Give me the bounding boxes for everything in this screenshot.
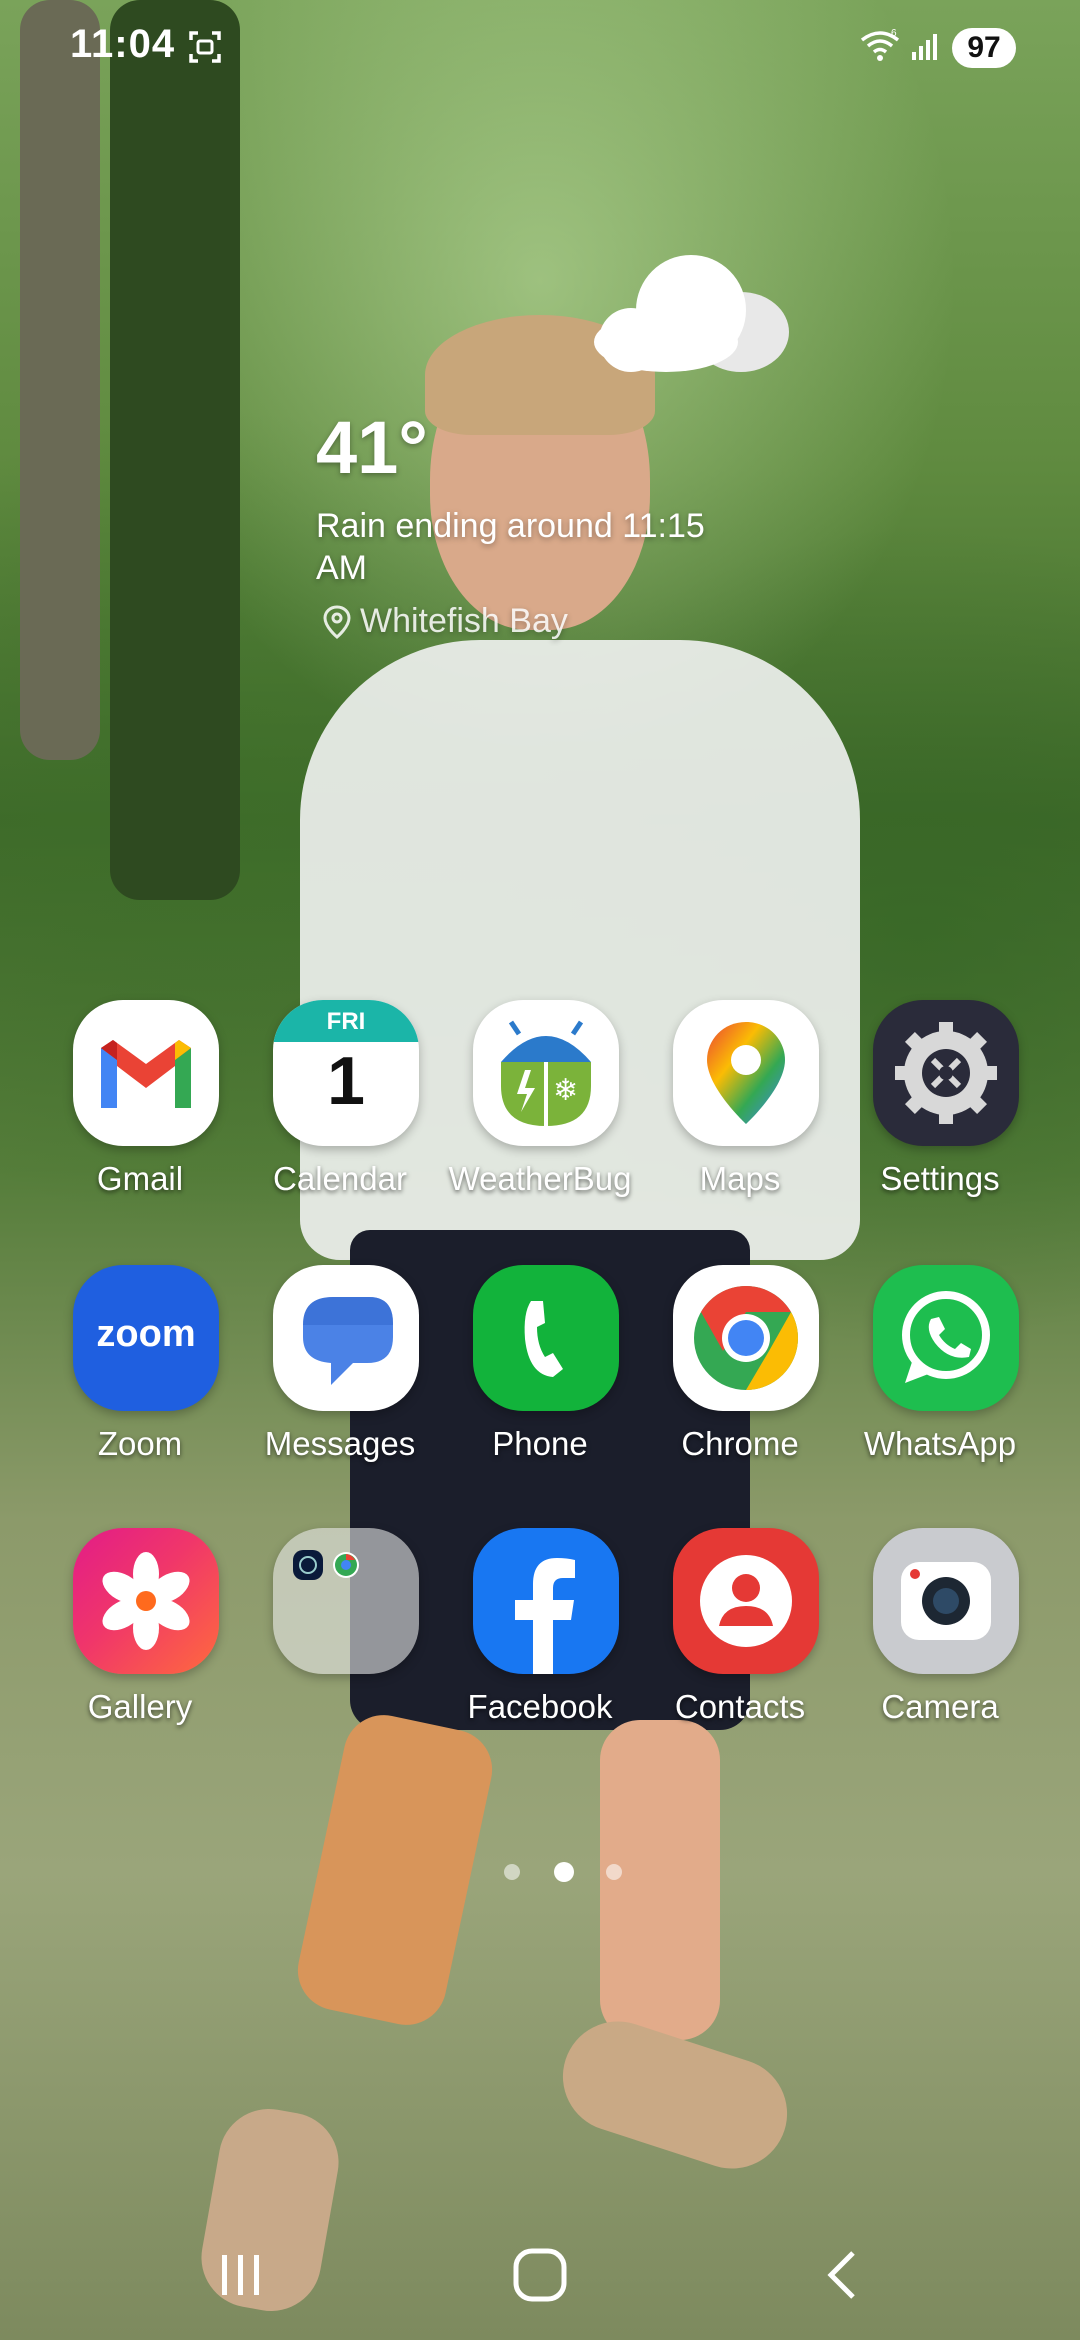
app-label: Phone [492, 1425, 588, 1462]
app-camera[interactable]: Camera [840, 1528, 1040, 1758]
battery-indicator: 97 [952, 28, 1016, 68]
app-label: Maps [699, 1160, 781, 1197]
calendar-day-number: 1 [327, 1043, 365, 1119]
settings-icon [873, 1000, 1019, 1146]
app-label: Settings [880, 1160, 1000, 1197]
page-dot[interactable] [504, 1864, 520, 1880]
svg-text:6: 6 [891, 28, 897, 39]
recents-icon [222, 2255, 259, 2295]
folder-icon [273, 1528, 419, 1674]
app-facebook[interactable]: Facebook [440, 1528, 640, 1758]
app-contacts[interactable]: Contacts [640, 1528, 840, 1758]
recents-button[interactable] [195, 2235, 285, 2315]
navigation-bar [0, 2200, 1080, 2340]
weather-condition: Rain ending around 11:15 AM [316, 507, 705, 587]
app-label: WhatsApp [863, 1425, 1017, 1462]
app-label: WeatherBug [448, 1160, 632, 1197]
camera-icon [873, 1528, 1019, 1674]
back-icon [827, 2251, 855, 2299]
gmail-icon [73, 1000, 219, 1146]
signal-icon [912, 34, 937, 60]
status-time: 11:04 [70, 22, 176, 66]
app-label: Calendar [273, 1160, 407, 1197]
app-label: Gallery [87, 1688, 193, 1725]
phone-icon [473, 1265, 619, 1411]
page-dot[interactable] [606, 1864, 622, 1880]
app-messages[interactable]: Messages [240, 1265, 440, 1495]
app-gallery[interactable]: Gallery [40, 1528, 240, 1758]
app-label: Contacts [674, 1688, 806, 1725]
app-gmail[interactable]: Gmail [40, 1000, 240, 1230]
app-label: Zoom [97, 1425, 183, 1462]
app-chrome[interactable]: Chrome [640, 1265, 840, 1495]
home-icon [513, 2248, 567, 2302]
facebook-icon [473, 1528, 619, 1674]
app-label: Messages [264, 1425, 416, 1462]
wifi-icon: 6 [860, 28, 900, 61]
app-phone[interactable]: Phone [440, 1265, 640, 1495]
weather-location-label: Whitefish Bay [360, 602, 568, 640]
app-weatherbug[interactable]: ❄ WeatherBug [440, 1000, 640, 1230]
weather-temperature: 41° [316, 406, 428, 489]
cloud-icon [594, 255, 789, 372]
back-button[interactable] [800, 2235, 890, 2315]
zoom-logo-text: zoom [96, 1313, 196, 1355]
screenshot-icon [189, 31, 221, 63]
app-whatsapp[interactable]: WhatsApp [840, 1265, 1040, 1495]
contacts-icon [673, 1528, 819, 1674]
maps-icon [673, 1000, 819, 1146]
status-bar: 11:04 6 97 [0, 0, 1080, 96]
messages-icon [273, 1265, 419, 1411]
app-label: Facebook [467, 1688, 613, 1725]
svg-text:❄: ❄ [553, 1073, 578, 1108]
weather-widget[interactable]: 41° Rain ending around 11:15 AM Whitefis… [316, 240, 836, 660]
app-zoom[interactable]: zoom Zoom [40, 1265, 240, 1495]
page-dot-current[interactable] [554, 1862, 574, 1882]
calendar-day-name: FRI [326, 1008, 366, 1035]
calendar-icon: FRI 1 [273, 1000, 419, 1146]
home-button[interactable] [495, 2235, 585, 2315]
app-settings[interactable]: Settings [840, 1000, 1040, 1230]
weather-location: Whitefish Bay [322, 602, 568, 641]
whatsapp-icon [873, 1265, 1019, 1411]
app-calendar[interactable]: FRI 1 Calendar [240, 1000, 440, 1230]
app-label: Chrome [681, 1425, 799, 1462]
app-maps[interactable]: Maps [640, 1000, 840, 1230]
page-indicator[interactable] [500, 1860, 640, 1884]
app-label: Camera [881, 1688, 999, 1725]
gallery-icon [73, 1528, 219, 1674]
app-folder[interactable] [240, 1528, 440, 1758]
weatherbug-icon: ❄ [473, 1000, 619, 1146]
location-pin-icon [323, 604, 351, 639]
zoom-icon: zoom [73, 1265, 219, 1411]
app-label: Gmail [96, 1160, 184, 1197]
chrome-icon [673, 1265, 819, 1411]
